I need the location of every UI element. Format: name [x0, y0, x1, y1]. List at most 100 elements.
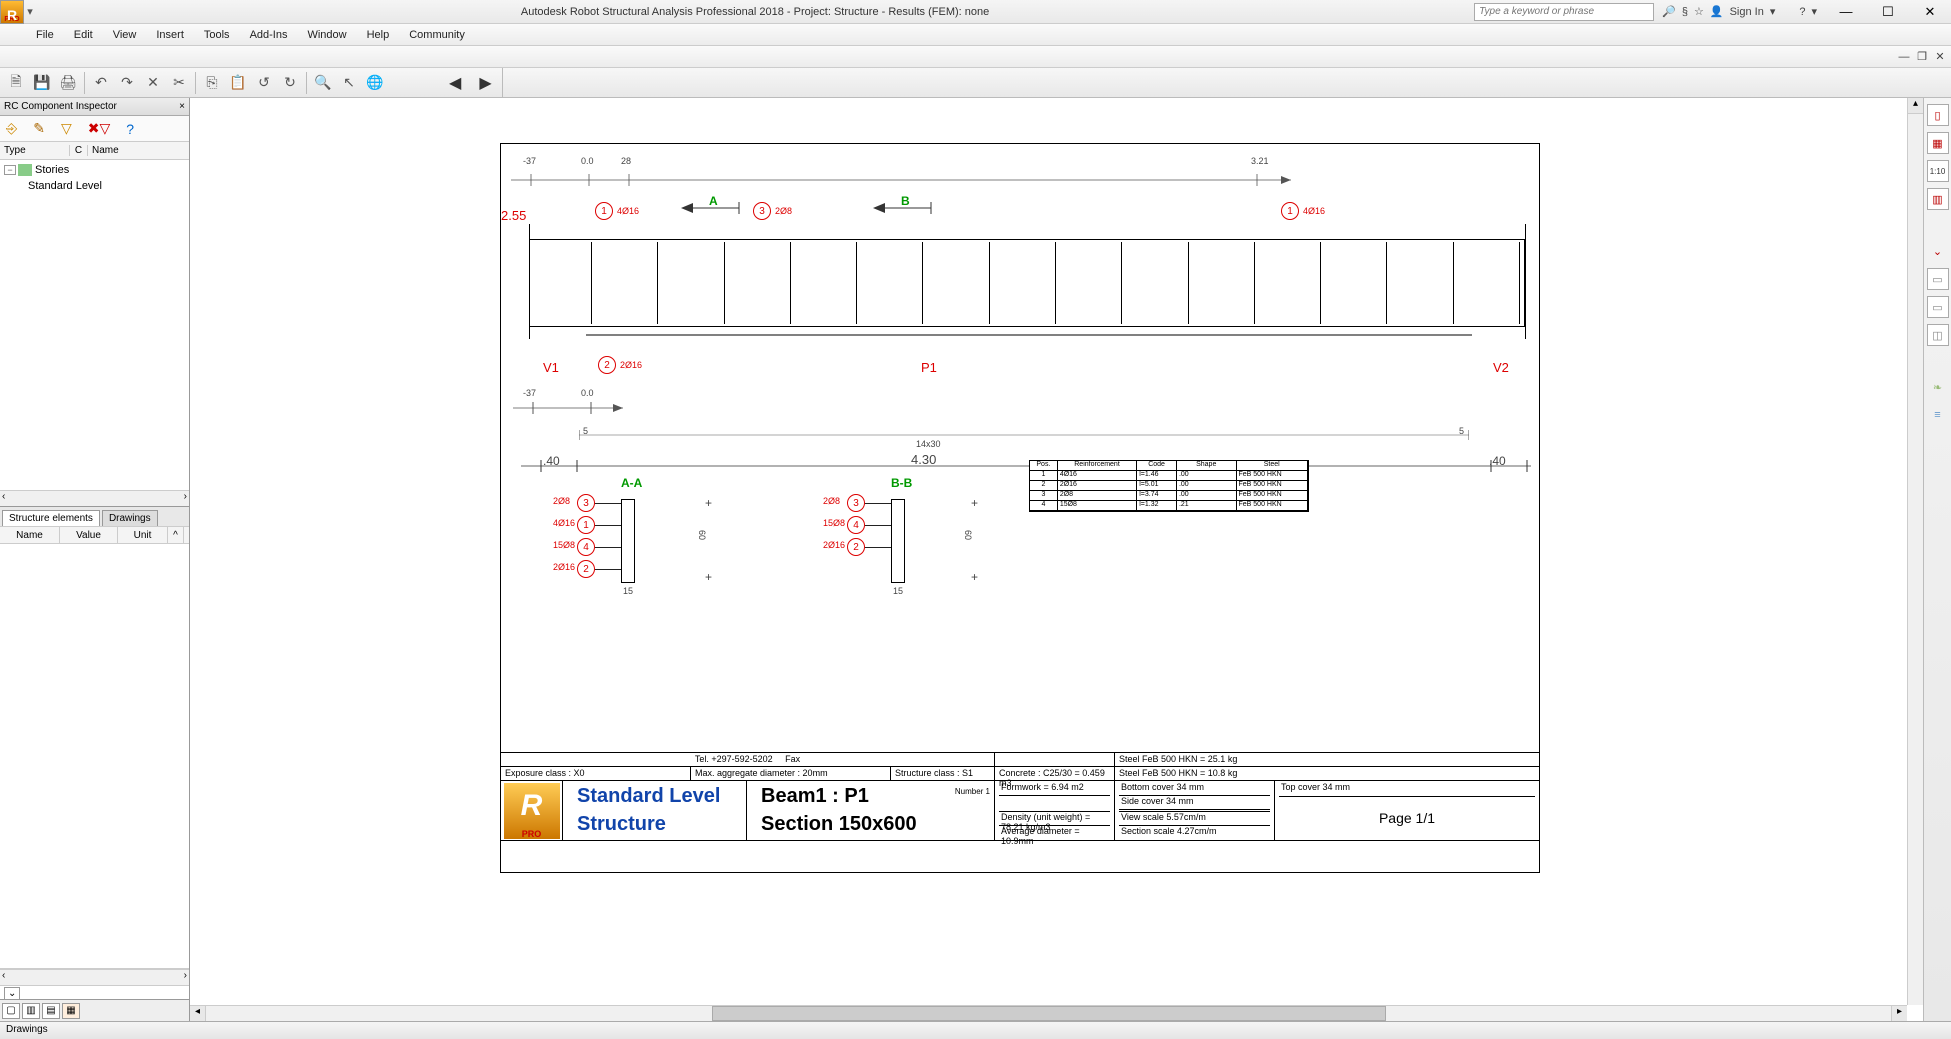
- rs-scale-icon[interactable]: 1:10: [1927, 160, 1949, 182]
- rs-plot-icon[interactable]: ▥: [1927, 188, 1949, 210]
- panel-help-icon[interactable]: ?: [126, 121, 134, 137]
- drawing-canvas[interactable]: -37 0.0 28 3.21 A B 1 4Ø16 3 2Ø8 1 4Ø16 …: [190, 98, 1923, 1021]
- tree-child[interactable]: Standard Level: [4, 178, 185, 194]
- props-hscroll[interactable]: ‹›: [0, 969, 189, 985]
- menu-edit[interactable]: Edit: [74, 29, 93, 41]
- tree-hdr-c[interactable]: C: [70, 145, 88, 156]
- tree-hscroll[interactable]: ‹›: [0, 490, 189, 506]
- menu-file[interactable]: File: [36, 29, 54, 41]
- tab-drawings[interactable]: Drawings: [102, 510, 158, 526]
- tb-sectionscale: Section scale 4.27cm/m: [1119, 825, 1270, 839]
- close-button[interactable]: ✕: [1909, 1, 1951, 23]
- expand-icon[interactable]: −: [4, 165, 16, 175]
- binoculars-icon[interactable]: 🔎: [1662, 5, 1676, 18]
- hscroll-right-icon[interactable]: ▸: [1891, 1006, 1907, 1021]
- rs-layout1-icon[interactable]: ▭: [1927, 268, 1949, 290]
- menu-insert[interactable]: Insert: [156, 29, 184, 41]
- canvas-hscroll[interactable]: ◂ ▸: [190, 1005, 1907, 1021]
- maximize-button[interactable]: ☐: [1867, 1, 1909, 23]
- filter-icon[interactable]: ▽: [61, 120, 72, 137]
- inspect-icon[interactable]: ⎆: [6, 120, 17, 137]
- paste-icon[interactable]: 📋: [226, 71, 250, 95]
- key-icon[interactable]: §: [1682, 6, 1688, 18]
- new-icon[interactable]: 🗎: [4, 71, 28, 95]
- rs-layout2-icon[interactable]: ▭: [1927, 296, 1949, 318]
- bottom-tab-handle[interactable]: ⌄: [4, 987, 20, 999]
- rs-leaf-icon[interactable]: ❧: [1927, 376, 1949, 398]
- user-icon[interactable]: 👤: [1710, 5, 1724, 18]
- delete-icon[interactable]: ✕: [141, 71, 165, 95]
- view-tab-4[interactable]: ▦: [62, 1003, 80, 1019]
- globe-icon[interactable]: 🌐: [363, 71, 387, 95]
- bar-callout-2: 2: [598, 356, 616, 374]
- menu-help[interactable]: Help: [367, 29, 390, 41]
- tree-hdr-type[interactable]: Type: [0, 145, 70, 156]
- rs-table-icon[interactable]: ▦: [1927, 132, 1949, 154]
- section-bar-spec: 15Ø8: [553, 540, 575, 550]
- dim-top-3: 28: [621, 156, 631, 166]
- tree-view[interactable]: − Stories Standard Level: [0, 160, 189, 490]
- save-icon[interactable]: 💾: [30, 71, 54, 95]
- hscroll-left-icon[interactable]: ◂: [190, 1006, 206, 1021]
- undo-icon[interactable]: ↶: [89, 71, 113, 95]
- mdi-restore[interactable]: ❐: [1913, 49, 1931, 65]
- menu-view[interactable]: View: [113, 29, 137, 41]
- rs-page-icon[interactable]: ▯: [1927, 104, 1949, 126]
- rs-layout3-icon[interactable]: ◫: [1927, 324, 1949, 346]
- tree-root[interactable]: − Stories: [4, 162, 185, 178]
- cut-icon[interactable]: ✂: [167, 71, 191, 95]
- panel-close-icon[interactable]: ×: [179, 101, 185, 112]
- nav-next-icon[interactable]: ▶: [479, 73, 491, 93]
- cross-b2: +: [971, 570, 978, 584]
- menu-tools[interactable]: Tools: [204, 29, 230, 41]
- props-hdr-unit[interactable]: Unit: [118, 527, 168, 543]
- rotate-right-icon[interactable]: ↻: [278, 71, 302, 95]
- cross-a2: +: [705, 570, 712, 584]
- app-menu-dropdown[interactable]: ▾: [24, 5, 36, 18]
- schedule-cell: 15Ø8: [1058, 501, 1137, 511]
- mdi-close[interactable]: ✕: [1931, 49, 1949, 65]
- minimize-button[interactable]: —: [1825, 1, 1867, 23]
- vscroll-up-icon[interactable]: ▴: [1908, 98, 1923, 114]
- print-icon[interactable]: 🖨: [56, 71, 80, 95]
- nav-prev-icon[interactable]: ◀: [449, 73, 461, 93]
- star-icon[interactable]: ☆: [1694, 5, 1704, 18]
- props-hdr-value[interactable]: Value: [60, 527, 118, 543]
- menu-window[interactable]: Window: [307, 29, 346, 41]
- menu-community[interactable]: Community: [409, 29, 465, 41]
- help-icon[interactable]: ?: [1799, 6, 1805, 18]
- canvas-vscroll[interactable]: ▴: [1907, 98, 1923, 1005]
- help-dropdown-icon[interactable]: ▾: [1811, 5, 1817, 18]
- support-v2: V2: [1493, 360, 1509, 375]
- stirrup: [1055, 242, 1056, 324]
- tab-structure-elements[interactable]: Structure elements: [2, 510, 100, 526]
- tree-child-label: Standard Level: [28, 180, 102, 192]
- copy-icon[interactable]: ⎘: [200, 71, 224, 95]
- mdi-minimize[interactable]: —: [1895, 49, 1913, 65]
- props-hdr-scroll[interactable]: ^: [168, 527, 184, 543]
- rotate-left-icon[interactable]: ↺: [252, 71, 276, 95]
- search-input[interactable]: [1474, 3, 1654, 21]
- redo-icon[interactable]: ↷: [115, 71, 139, 95]
- rs-lines-icon[interactable]: ≡: [1927, 404, 1949, 426]
- zoom-icon[interactable]: 🔍: [311, 71, 335, 95]
- view-tab-3[interactable]: ▤: [42, 1003, 60, 1019]
- signin-link[interactable]: Sign In: [1730, 6, 1764, 18]
- tree-hdr-name[interactable]: Name: [88, 145, 189, 156]
- app-logo: PRO: [0, 0, 24, 24]
- hscroll-thumb[interactable]: [712, 1006, 1386, 1021]
- schedule-cell: l=3.74: [1137, 491, 1177, 501]
- pointer-icon[interactable]: ↖: [337, 71, 361, 95]
- section-bar-spec: 15Ø8: [823, 518, 845, 528]
- rs-down-icon[interactable]: ⌄: [1927, 240, 1949, 262]
- section-bar-spec: 2Ø16: [553, 562, 575, 572]
- signin-dropdown-icon[interactable]: ▾: [1770, 5, 1776, 18]
- view-tab-2[interactable]: ▥: [22, 1003, 40, 1019]
- filter-clear-icon[interactable]: ✖▽: [88, 120, 111, 137]
- wand-icon[interactable]: ✎: [33, 120, 45, 137]
- props-hdr-name[interactable]: Name: [0, 527, 60, 543]
- schedule-cell: .00: [1177, 471, 1237, 481]
- props-grid[interactable]: [0, 544, 189, 969]
- menu-addins[interactable]: Add-Ins: [250, 29, 288, 41]
- view-tab-1[interactable]: ▢: [2, 1003, 20, 1019]
